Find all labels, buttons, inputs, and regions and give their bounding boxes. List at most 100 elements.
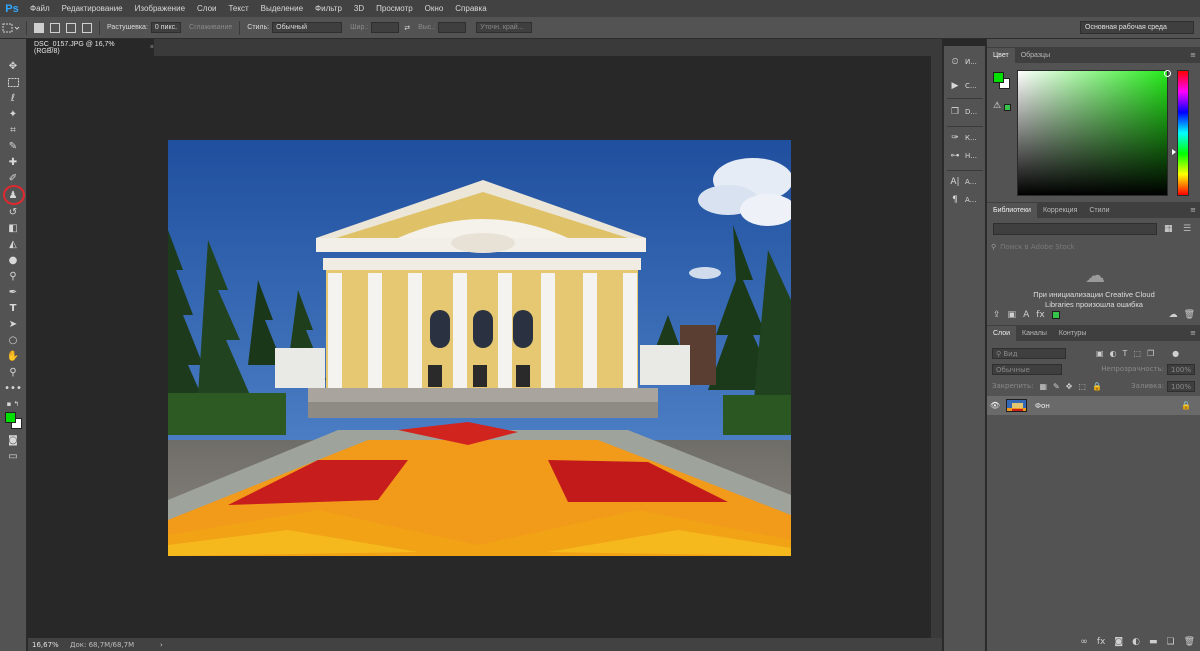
new-group-icon[interactable]: ▬ [1149,637,1158,647]
lock-position-icon[interactable]: ✥ [1066,382,1073,391]
path-selection-tool-icon[interactable]: ➤ [4,317,22,331]
layer-row-background[interactable]: 👁 Фон 🔒 [987,396,1200,415]
filter-shape-icon[interactable]: ⬚ [1133,349,1141,358]
type-tool-icon[interactable]: T [4,301,22,315]
menu-filter[interactable]: Фильтр [309,4,348,13]
library-select[interactable] [993,223,1157,235]
swap-dimensions-icon[interactable]: ⇄ [404,24,410,32]
tab-styles[interactable]: Стили [1083,203,1115,218]
move-tool-icon[interactable]: ✥ [4,59,22,73]
menu-file[interactable]: Файл [24,4,56,13]
menu-window[interactable]: Окно [419,4,450,13]
layer-name[interactable]: Фон [1035,402,1050,410]
delete-icon[interactable]: 🗑 [1184,310,1195,320]
dock-brushes[interactable]: ✑ К... [948,130,982,146]
crop-tool-icon[interactable]: ⌗ [4,123,22,137]
add-graphic-icon[interactable]: ▣ [1008,310,1017,320]
color-picker-cursor[interactable] [1164,70,1171,77]
dock-layer-comps[interactable]: ❐ D... [948,104,982,120]
tab-layers[interactable]: Слои [987,326,1017,341]
healing-brush-tool-icon[interactable]: ✚ [4,155,22,169]
layer-mask-icon[interactable]: ◙ [1114,637,1123,647]
marquee-preset-picker[interactable] [0,20,22,36]
color-foreground-swatch[interactable] [993,72,1004,83]
panel-menu-icon[interactable]: ≡ [1190,206,1196,214]
pen-tool-icon[interactable]: ✒ [4,285,22,299]
delete-layer-icon[interactable]: 🗑 [1184,637,1195,647]
more-tools-icon[interactable]: ••• [4,381,22,395]
tab-color[interactable]: Цвет [987,48,1015,63]
menu-image[interactable]: Изображение [129,4,191,13]
filter-toggle-icon[interactable]: ● [1172,349,1179,358]
adjustment-layer-icon[interactable]: ◐ [1132,637,1140,647]
antialias-checkbox[interactable]: Сглаживание [189,24,232,31]
blur-tool-icon[interactable]: ● [4,253,22,267]
layer-style-icon[interactable]: fx [1097,637,1106,647]
new-layer-icon[interactable]: ❏ [1166,637,1174,647]
lock-all-icon[interactable]: 🔒 [1092,382,1102,391]
dock-character[interactable]: A| А... [948,174,982,190]
tab-adjustments[interactable]: Коррекция [1037,203,1083,218]
hue-slider[interactable] [1177,70,1189,196]
intersect-selection-icon[interactable] [82,22,92,33]
add-selection-icon[interactable] [50,22,60,33]
menu-layers[interactable]: Слои [191,4,222,13]
foreground-color-swatch[interactable] [5,412,16,423]
tab-paths[interactable]: Контуры [1053,326,1092,341]
menu-view[interactable]: Просмотр [370,4,419,13]
history-brush-tool-icon[interactable]: ↺ [4,205,22,219]
add-text-style-icon[interactable]: A [1023,310,1029,320]
document-image[interactable] [168,140,791,556]
tab-swatches[interactable]: Образцы [1015,48,1056,63]
lock-transparent-icon[interactable]: ▦ [1039,382,1047,391]
magic-wand-tool-icon[interactable]: ✦ [4,107,22,121]
status-menu-arrow-icon[interactable]: › [160,641,163,649]
zoom-level[interactable]: 16,67% [28,641,70,649]
gamut-warning-icon[interactable]: ⚠ [993,101,1001,111]
screen-mode-icon[interactable]: ▭ [4,449,22,463]
eyedropper-tool-icon[interactable]: ✎ [4,139,22,153]
dock-paragraph[interactable]: ¶ А... [948,192,982,208]
upload-icon[interactable]: ⇪ [993,310,1001,320]
filter-adjustment-icon[interactable]: ◐ [1110,349,1117,358]
filter-pixel-icon[interactable]: ▣ [1096,349,1104,358]
menu-edit[interactable]: Редактирование [56,4,129,13]
list-view-icon[interactable]: ☰ [1183,224,1191,234]
style-select[interactable]: Обычный [272,22,343,33]
grid-view-icon[interactable]: ▦ [1164,224,1173,234]
link-layers-icon[interactable]: ∞ [1080,637,1088,647]
new-selection-icon[interactable] [34,22,44,33]
height-input[interactable] [438,22,467,33]
dock-clone-source[interactable]: ⊶ Н... [948,148,982,164]
close-icon[interactable]: × [150,44,154,51]
layer-lock-icon[interactable]: 🔒 [1181,401,1191,410]
canvas-area[interactable] [28,56,931,637]
feather-input[interactable]: 0 пикс. [150,22,182,33]
panel-menu-icon[interactable]: ≡ [1190,329,1196,337]
quick-mask-icon[interactable]: ◙ [4,433,22,447]
visibility-eye-icon[interactable]: 👁 [987,401,1003,410]
refine-edge-button[interactable]: Уточн. край... [476,22,533,33]
fill-input[interactable]: 100% [1166,380,1195,392]
add-color-swatch[interactable] [1051,311,1060,319]
default-colors-icon[interactable]: ▪ ↰ [4,397,22,411]
rect-marquee-tool-icon[interactable] [4,75,22,89]
cloud-sync-icon[interactable]: ☁ [1169,310,1178,320]
tab-libraries[interactable]: Библиотеки [987,203,1037,218]
hand-tool-icon[interactable]: ✋ [4,349,22,363]
filter-smart-object-icon[interactable]: ❒ [1147,349,1154,358]
layer-filter-select[interactable]: ⚲ Вид [992,347,1066,359]
dock-actions[interactable]: ▶ С... [948,78,982,94]
width-input[interactable] [371,22,400,33]
menu-type[interactable]: Текст [222,4,254,13]
eraser-tool-icon[interactable]: ◧ [4,221,22,235]
menu-select[interactable]: Выделение [255,4,309,13]
stock-search-input[interactable]: ⚲ Поиск в Adobe Stock [991,241,1195,253]
lock-artboard-icon[interactable]: ⬚ [1078,382,1086,391]
dock-history[interactable]: ⏲ И... [948,54,982,70]
tab-channels[interactable]: Каналы [1016,326,1053,341]
gamut-swatch[interactable] [1004,104,1011,111]
subtract-selection-icon[interactable] [66,22,76,33]
color-picker-field[interactable] [1017,70,1168,196]
brush-tool-icon[interactable]: ✐ [4,171,22,185]
